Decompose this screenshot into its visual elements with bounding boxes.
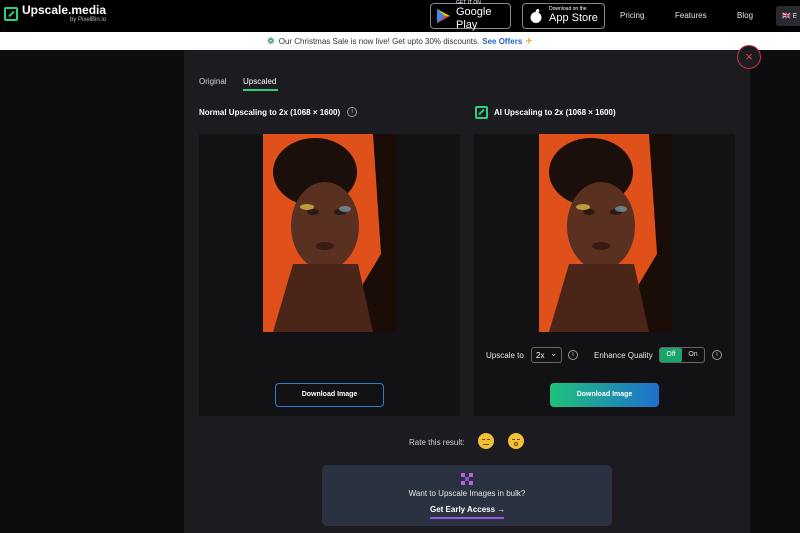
google-play-large: Google Play xyxy=(456,6,492,31)
google-play-button[interactable]: GET IT ON Google Play xyxy=(430,1,511,31)
close-button[interactable]: × xyxy=(737,45,761,69)
bulk-grid-icon xyxy=(461,472,473,485)
tab-active-indicator xyxy=(243,89,278,91)
nav-blog[interactable]: Blog xyxy=(737,11,753,20)
upscale-info-icon[interactable]: i xyxy=(568,350,578,360)
app-store-large: App Store xyxy=(549,12,598,25)
neutral-emoji-icon[interactable] xyxy=(508,433,524,449)
nav-features[interactable]: Features xyxy=(675,11,707,20)
upscale-value: 2x xyxy=(536,351,545,360)
upscale-logo-icon xyxy=(4,6,18,21)
normal-title: Normal Upscaling to 2x (1068 × 1600) xyxy=(199,107,341,117)
tab-original[interactable]: Original xyxy=(199,77,227,86)
flag-icon: 🇬🇧 xyxy=(782,13,793,20)
sad-emoji-icon[interactable] xyxy=(478,433,494,449)
logo[interactable]: Upscale.media by PixelBin.io xyxy=(4,4,106,23)
banner-text: Our Christmas Sale is now live! Get upto… xyxy=(278,36,480,46)
bulk-text: Want to Upscale Images in bulk? xyxy=(408,489,526,498)
upscale-select[interactable]: 2x ⌄ xyxy=(531,347,562,363)
gift-icon: ❁ xyxy=(267,35,275,46)
toggle-off[interactable]: Off xyxy=(660,348,682,362)
get-early-access-link[interactable]: Get Early Access → xyxy=(430,505,505,514)
tab-upscaled[interactable]: Upscaled xyxy=(243,77,276,86)
see-offers-link[interactable]: See Offers xyxy=(482,37,522,46)
enhance-quality-label: Enhance Quality xyxy=(594,351,653,360)
rate-label: Rate this result: xyxy=(409,438,465,447)
logo-title: Upscale.media xyxy=(22,3,107,17)
ai-title: AI Upscaling to 2x (1068 × 1600) xyxy=(494,108,616,117)
apple-icon xyxy=(529,9,543,23)
nav-pricing[interactable]: Pricing xyxy=(620,11,644,20)
normal-result-image xyxy=(263,134,396,332)
language-selector[interactable]: 🇬🇧 E xyxy=(776,6,800,26)
ai-upscale-icon xyxy=(475,106,488,119)
early-access-underline xyxy=(430,517,504,519)
google-play-icon xyxy=(437,9,450,23)
top-bar: Upscale.media by PixelBin.io GET IT ON G… xyxy=(0,0,800,32)
chevron-down-icon: ⌄ xyxy=(550,349,557,358)
download-ai-button[interactable]: Download Image xyxy=(550,383,659,407)
promo-banner: ❁ Our Christmas Sale is now live! Get up… xyxy=(0,32,800,50)
download-normal-button[interactable]: Download Image xyxy=(275,383,384,407)
ai-result-image xyxy=(539,134,672,332)
language-code: E xyxy=(792,13,798,20)
close-icon: × xyxy=(745,49,753,64)
toggle-on[interactable]: On xyxy=(682,348,704,362)
logo-subtitle: by PixelBin.io xyxy=(70,17,107,23)
info-icon[interactable]: i xyxy=(347,107,358,117)
app-store-button[interactable]: Download on the App Store xyxy=(522,3,605,29)
upscale-to-label: Upscale to xyxy=(486,351,524,360)
enhance-info-icon[interactable]: i xyxy=(712,350,722,360)
normal-heading: Normal Upscaling to 2x (1068 × 1600) i xyxy=(199,107,358,117)
ai-heading: AI Upscaling to 2x (1068 × 1600) xyxy=(475,106,616,119)
enhance-quality-toggle[interactable]: Off On xyxy=(659,347,705,363)
tag-icon: ✈ xyxy=(525,35,533,46)
